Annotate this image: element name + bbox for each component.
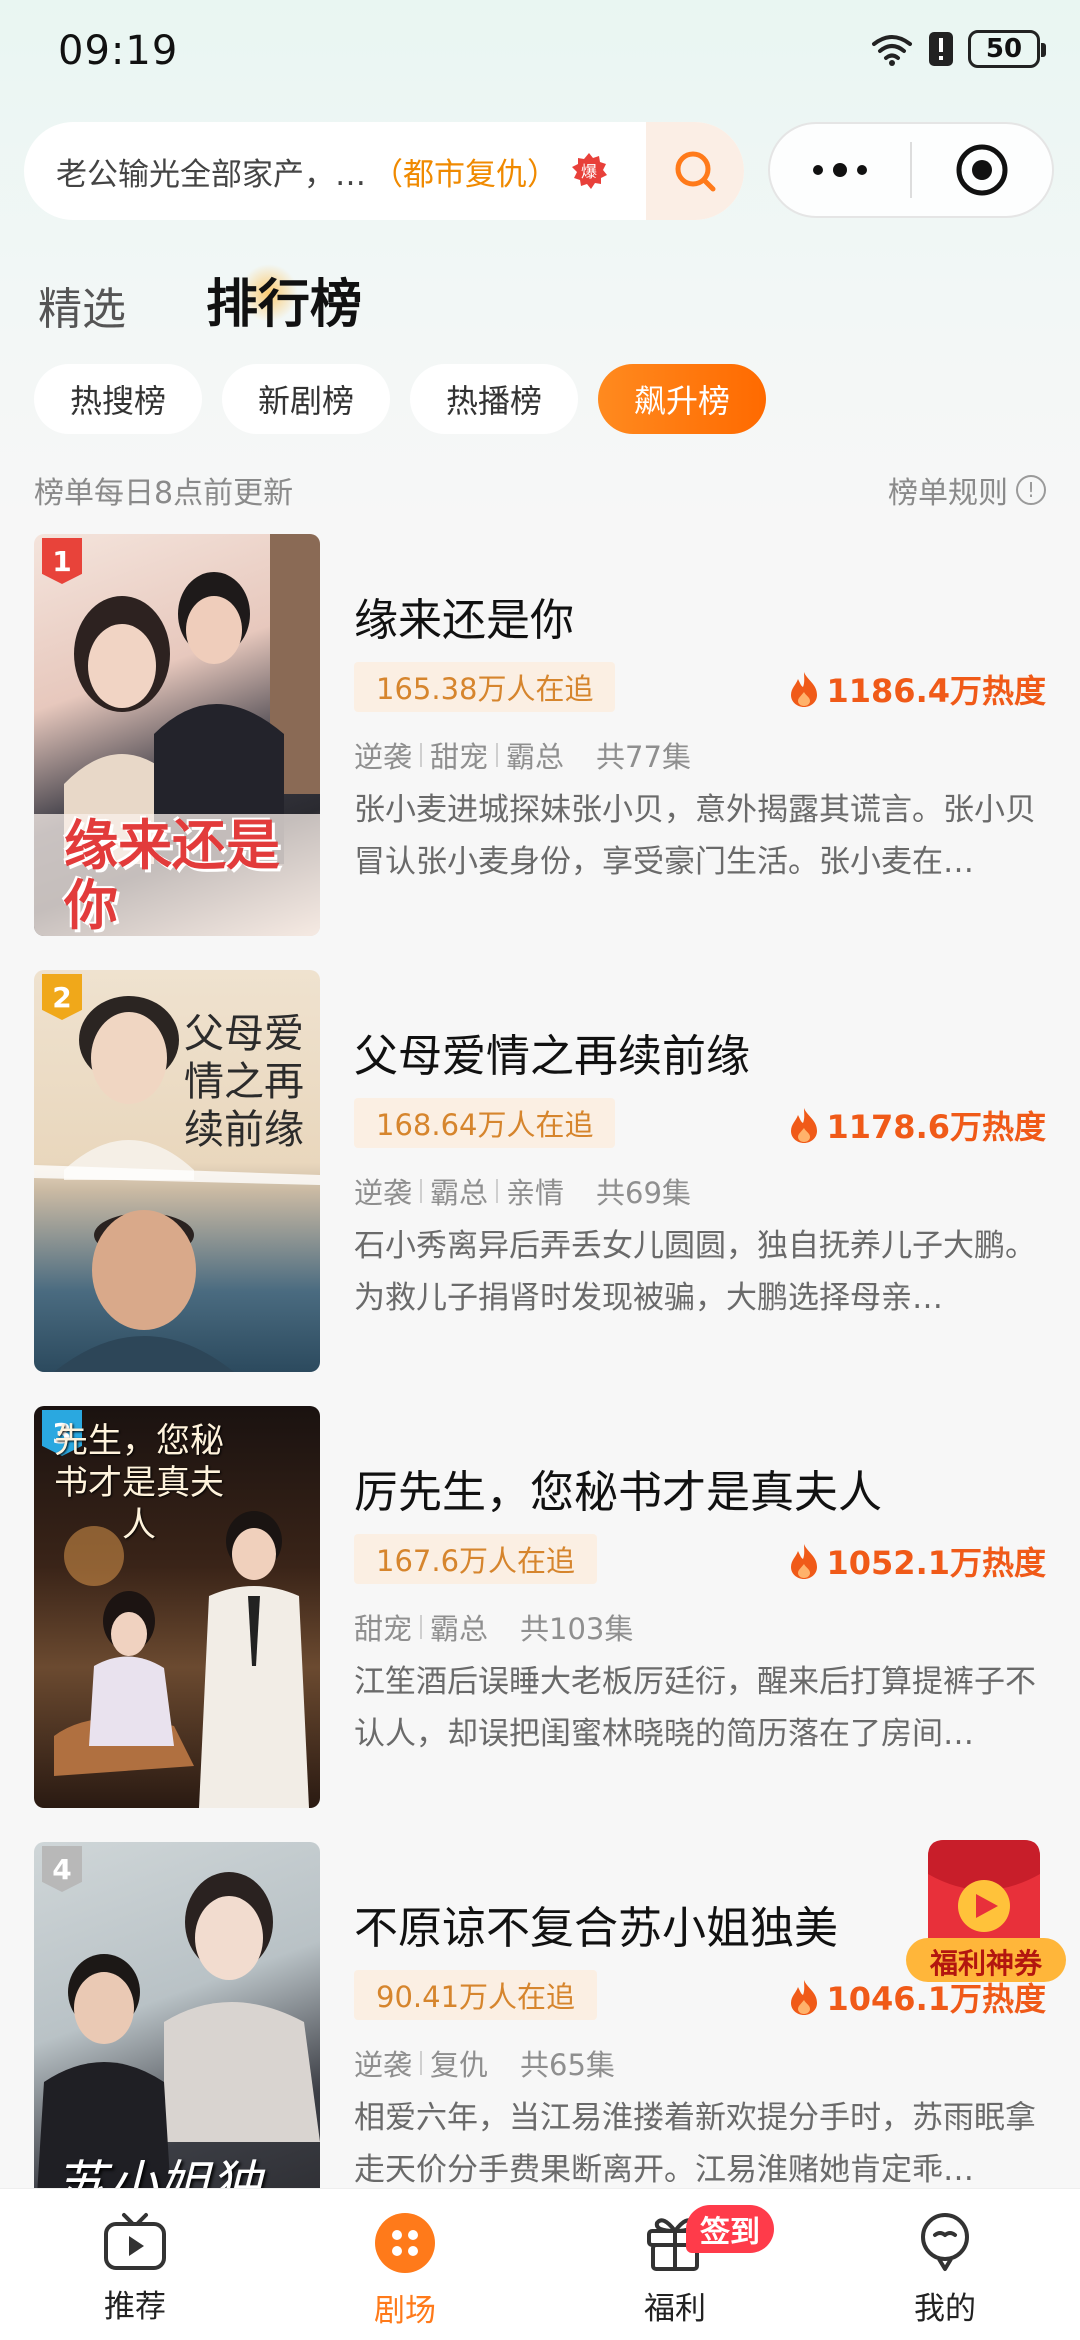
genre-tag: 亲情 [506,1176,565,1210]
tab-ranking-label: 排行榜 [206,275,363,335]
top-tabs: 精选 排行榜 [38,262,362,337]
genre-tag: 逆袭 [354,740,413,774]
drama-description: 张小麦进城探妹张小贝，意外揭露其谎言。张小贝冒认张小麦身份，享受豪门生活。张小麦… [354,792,1036,880]
genre-tag: 甜宠 [354,1612,413,1646]
battery-indicator: 50 [968,30,1046,68]
drama-title[interactable]: 不原谅不复合苏小姐独美 [354,1892,838,1956]
nav-theater[interactable]: 剧场 [270,2189,540,2340]
poster-image[interactable]: 3 先生，您秘书才是真夫人 [34,1406,320,1808]
wifi-icon [872,35,912,66]
miniapp-capsule [768,122,1054,218]
target-close-icon [956,144,1008,196]
rules-link[interactable]: 榜单规则 ! [888,468,1046,512]
chip-rising[interactable]: 飙升榜 [598,364,767,434]
heat-value: 1052.1万热度 [826,1544,1047,1582]
drama-title[interactable]: 厉先生，您秘书才是真夫人 [354,1456,882,1520]
followers-count: 168.64万人在追 [354,1098,616,1148]
nav-label: 福利 [644,2291,706,2327]
status-icons: 50 [870,30,1046,68]
genre-tag: 霸总 [430,1612,489,1646]
genre-tags: 甜宠 霸总 共103集 [354,1606,633,1648]
chip-hot-search[interactable]: 热搜榜 [34,364,203,434]
episode-count: 共69集 [596,1176,691,1210]
ranking-info-row: 榜单每日8点前更新 榜单规则 ! [34,468,1046,512]
drama-description: 江笙酒后误睡大老板厉廷衍，醒来后打算提裤子不认人，却误把闺蜜林晓晓的简历落在了房… [354,1664,1036,1752]
info-icon: ! [1016,475,1046,505]
welfare-coupon-float[interactable]: 福利神券 [906,1834,1066,1994]
status-time: 09:19 [58,28,179,74]
search-query[interactable]: 老公输光全部家产，… [56,149,366,194]
drama-title[interactable]: 缘来还是你 [354,584,574,648]
flame-icon [790,1108,817,1143]
genre-tag: 霸总 [430,1176,489,1210]
flame-icon [790,672,817,707]
flame-icon [790,1980,817,2015]
ranking-chips: 热搜榜 新剧榜 热播榜 飙升榜 [34,364,767,434]
search-genre-tag: （都市复仇） [372,156,558,193]
list-item[interactable]: 2 父母爱情之再续前缘 父母爱情之再续前缘 168.64万人在追 1178.6万… [0,970,1080,1372]
profile-icon [921,2213,969,2271]
close-miniapp-button[interactable] [912,124,1052,216]
followers-count: 90.41万人在追 [354,1970,598,2020]
status-bar: 09:19 50 [0,0,1080,110]
chip-hot-play[interactable]: 热播榜 [410,364,579,434]
chip-new-drama[interactable]: 新剧榜 [222,364,391,434]
nav-label: 我的 [914,2291,976,2327]
nav-label: 剧场 [374,2293,436,2329]
tab-ranking[interactable]: 排行榜 [206,262,362,337]
heat-value: 1186.4万热度 [826,672,1047,710]
poster-image[interactable]: 2 父母爱情之再续前缘 [34,970,320,1372]
checkin-badge: 签到 [686,2205,774,2253]
poster-title: 缘来还是你 [64,814,280,936]
nav-profile[interactable]: 我的 [810,2189,1080,2340]
search-bar[interactable]: 老公输光全部家产，… （都市复仇） 爆 [24,122,744,220]
drama-description: 石小秀离异后弄丢女儿圆圆，独自抚养儿子大鹏。为救儿子捐肾时发现被骗，大鹏选择母亲… [354,1228,1036,1316]
rules-label: 榜单规则 [888,476,1008,511]
followers-count: 165.38万人在追 [354,662,616,712]
list-item[interactable]: 3 先生，您秘书才是真夫人 厉先生，您秘书才是真夫人 167.6万人在追 105… [0,1406,1080,1808]
hot-badge-icon: 爆 [572,153,607,189]
poster-image[interactable]: 4 苏小姐独美 [34,1842,320,2244]
heat-score: 1178.6万热度 [787,1102,1047,1148]
alert-icon [929,32,953,66]
hot-badge-label: 爆 [581,162,597,181]
search-button[interactable] [646,122,744,220]
more-dots-icon [813,163,867,177]
flame-icon [790,1544,817,1579]
tab-featured[interactable]: 精选 [38,273,126,337]
heat-score: 1186.4万热度 [787,666,1047,712]
welfare-coupon-label: 福利神券 [929,1947,1042,1980]
genre-tag: 逆袭 [354,1176,413,1210]
bottom-nav: 推荐 剧场 签到 福利 我的 [0,2188,1080,2340]
genre-tags: 逆袭 复仇 共65集 [354,2042,615,2084]
drama-title[interactable]: 父母爱情之再续前缘 [354,1020,750,1084]
genre-tags: 逆袭 霸总 亲情 共69集 [354,1170,691,1212]
battery-level: 50 [985,34,1023,64]
genre-tag: 复仇 [430,2048,489,2082]
genre-tag: 霸总 [506,740,565,774]
heat-value: 1178.6万热度 [826,1108,1047,1146]
heat-score: 1052.1万热度 [787,1538,1047,1584]
nav-label: 推荐 [104,2289,166,2325]
followers-count: 167.6万人在追 [354,1534,598,1584]
poster-title: 先生，您秘书才是真夫人 [54,1421,224,1545]
genre-tag: 甜宠 [430,740,489,774]
episode-count: 共103集 [520,1612,634,1646]
list-item[interactable]: 1 缘来还是你 缘来还是你 165.38万人在追 1186.4万热度 逆袭 甜宠… [0,534,1080,936]
genre-tags: 逆袭 甜宠 霸总 共77集 [354,734,691,776]
search-icon [675,151,716,192]
tv-icon [104,2213,166,2270]
episode-count: 共65集 [520,2048,615,2082]
nav-welfare[interactable]: 签到 福利 [540,2189,810,2340]
poster-title: 父母爱情之再续前缘 [184,1011,304,1153]
update-note: 榜单每日8点前更新 [34,476,294,511]
more-button[interactable] [770,124,910,216]
nav-recommend[interactable]: 推荐 [0,2189,270,2340]
episode-count: 共77集 [596,740,691,774]
genre-tag: 逆袭 [354,2048,413,2082]
drama-description: 相爱六年，当江易淮搂着新欢提分手时，苏雨眠拿走天价分手费果断离开。江易淮赌她肯定… [354,2100,1036,2188]
theater-icon [375,2213,435,2273]
poster-image[interactable]: 1 缘来还是你 [34,534,320,936]
